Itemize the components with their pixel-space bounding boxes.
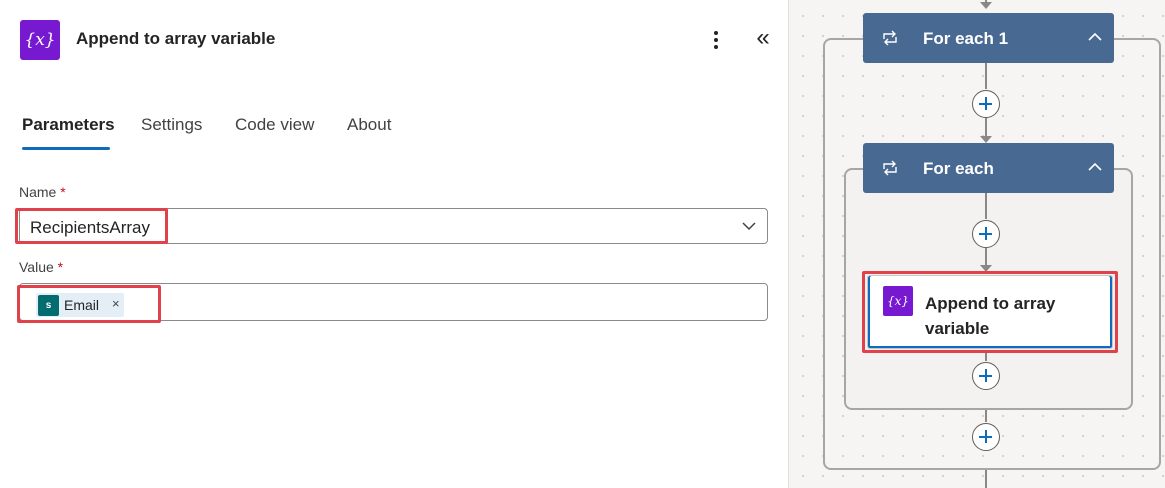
- remove-token-icon[interactable]: ×: [112, 296, 120, 311]
- tab-parameters[interactable]: Parameters: [22, 115, 115, 135]
- for-each-title: For each: [923, 159, 994, 178]
- connector-arrow: [980, 265, 992, 272]
- tab-about[interactable]: About: [347, 115, 391, 135]
- more-options-icon[interactable]: [705, 28, 727, 52]
- append-to-array-action-card[interactable]: {x} Append to array variable: [867, 275, 1113, 349]
- token-label: Email: [64, 297, 100, 313]
- tab-code-view[interactable]: Code view: [235, 115, 314, 135]
- connector-line: [985, 410, 987, 422]
- name-dropdown[interactable]: RecipientsArray: [19, 208, 768, 244]
- add-action-button[interactable]: [972, 362, 1000, 390]
- required-marker: *: [60, 184, 66, 200]
- add-action-button[interactable]: [972, 90, 1000, 118]
- chevron-down-icon[interactable]: [741, 218, 757, 234]
- connector-arrow: [980, 2, 992, 9]
- variable-icon: {x}: [883, 286, 913, 316]
- value-input[interactable]: s Email ×: [19, 283, 768, 321]
- variable-icon: {x}: [20, 20, 60, 60]
- for-each-1-card[interactable]: For each 1: [863, 13, 1114, 63]
- action-details-panel: {x} Append to array variable « Parameter…: [0, 0, 788, 488]
- connector-line: [985, 118, 987, 136]
- add-action-button[interactable]: [972, 220, 1000, 248]
- flow-canvas[interactable]: For each 1 For each {x} Append to array …: [788, 0, 1165, 488]
- add-action-button[interactable]: [972, 423, 1000, 451]
- connector-line: [985, 248, 987, 265]
- for-each-1-title: For each 1: [923, 29, 1009, 48]
- connector-line: [985, 193, 987, 219]
- loop-icon: [883, 160, 897, 176]
- loop-icon: [883, 30, 897, 46]
- dynamic-content-token[interactable]: s Email ×: [36, 293, 124, 317]
- connector-line: [985, 63, 987, 89]
- connector-arrow: [980, 136, 992, 143]
- value-field-label: Value *: [19, 259, 63, 275]
- name-label-text: Name: [19, 184, 57, 200]
- sharepoint-icon: s: [38, 295, 59, 316]
- required-marker: *: [57, 259, 64, 275]
- collapse-panel-icon[interactable]: «: [748, 22, 774, 54]
- connector-line: [985, 470, 987, 488]
- action-title: Append to array variable: [925, 294, 1056, 338]
- active-tab-indicator: [22, 147, 110, 150]
- chevron-up-icon[interactable]: [1086, 158, 1104, 176]
- panel-title: Append to array variable: [76, 29, 276, 48]
- value-label-text: Value: [19, 259, 54, 275]
- name-dropdown-value: RecipientsArray: [30, 218, 150, 237]
- tab-settings[interactable]: Settings: [141, 115, 202, 135]
- connector-line: [985, 350, 987, 361]
- chevron-up-icon[interactable]: [1086, 28, 1104, 46]
- name-field-label: Name *: [19, 184, 66, 200]
- for-each-card[interactable]: For each: [863, 143, 1114, 193]
